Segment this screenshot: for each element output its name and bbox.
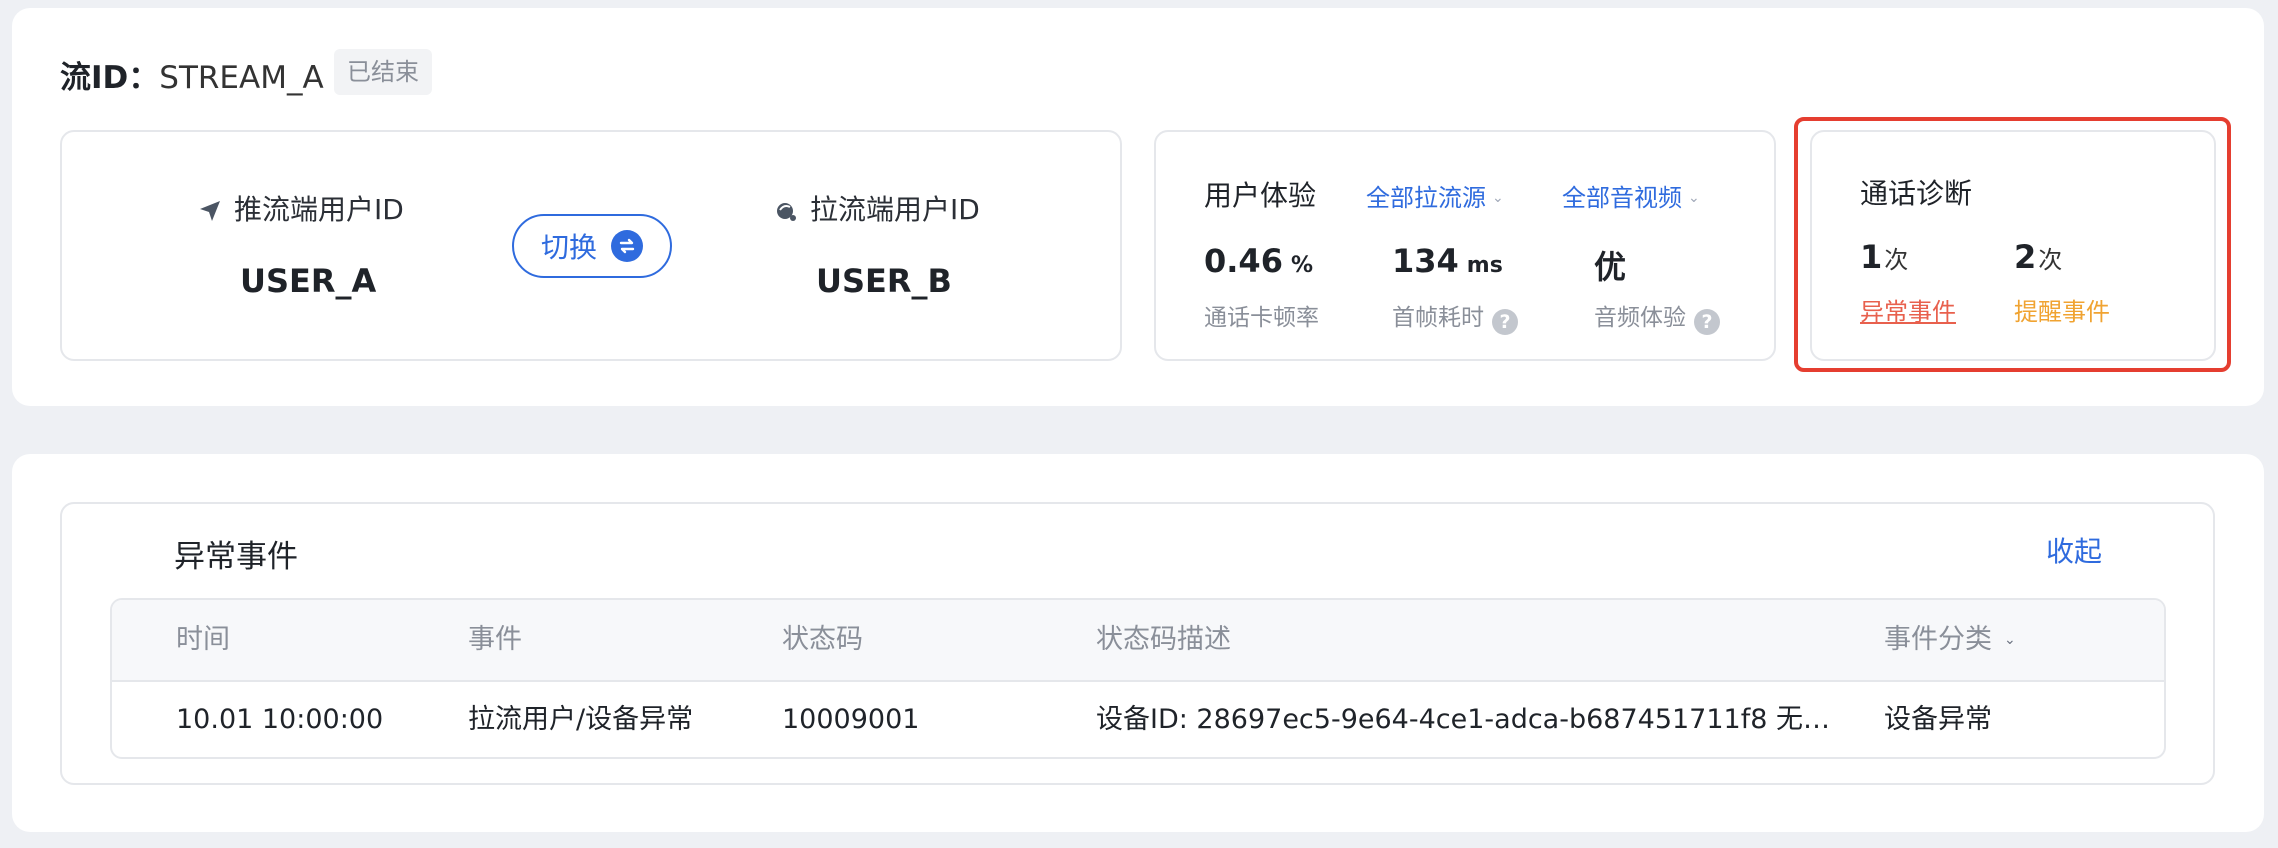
users-panel: 推流端用户ID USER_A 切换 拉流端用户ID USER_B: [60, 130, 1122, 361]
stream-id-label: 流ID：: [60, 60, 160, 96]
column-time: 时间: [176, 624, 230, 655]
reminder-count: 2次: [2014, 238, 2063, 276]
cell-time: 10.01 10:00:00: [176, 704, 384, 735]
table-row: 10.01 10:00:00 拉流用户/设备异常 10009001 设备ID: …: [112, 680, 2164, 757]
pull-user-label: 拉流端用户ID: [774, 188, 980, 228]
first-frame-label: 首帧耗时?: [1392, 298, 1518, 335]
abnormal-events-link[interactable]: 异常事件: [1860, 292, 1956, 327]
reminder-events-link[interactable]: 提醒事件: [2014, 292, 2110, 327]
push-user-id[interactable]: USER_A: [240, 262, 376, 300]
stutter-rate-value: 0.46%: [1204, 242, 1313, 280]
table-header: 时间 事件 状态码 状态码描述 事件分类 ⌄: [112, 600, 2164, 682]
cell-event: 拉流用户/设备异常: [468, 704, 694, 735]
cell-status-code: 10009001: [782, 704, 920, 735]
column-status-code: 状态码: [782, 624, 863, 655]
swap-arrows-icon: [611, 230, 643, 262]
switch-button[interactable]: 切换: [512, 214, 672, 278]
call-diagnosis-panel: 通话诊断 1次 异常事件 2次 提醒事件: [1810, 130, 2216, 361]
stream-id-value: STREAM_A: [159, 60, 324, 96]
events-table: 时间 事件 状态码 状态码描述 事件分类 ⌄ 10.01 10:00:00 拉流用…: [110, 598, 2166, 759]
abnormal-count: 1次: [1860, 238, 1909, 276]
pull-stream-icon: [774, 193, 810, 226]
chevron-down-icon: ⌄: [1688, 190, 1700, 206]
chevron-down-icon: ⌄: [2004, 632, 2016, 648]
cell-event-category: 设备异常: [1884, 704, 1992, 735]
diagnosis-title: 通话诊断: [1860, 177, 1973, 210]
stream-status-badge: 已结束: [334, 49, 432, 95]
stream-title: 流ID：STREAM_A: [60, 52, 324, 97]
send-arrow-icon: [198, 193, 234, 226]
column-event: 事件: [468, 624, 522, 655]
audio-experience-label: 音频体验?: [1594, 298, 1720, 335]
pull-source-filter[interactable]: 全部拉流源 ⌄: [1366, 178, 1504, 213]
cell-status-description: 设备ID: 28697ec5-9e64-4ce1-adca-b687451711…: [1096, 704, 1830, 735]
push-user-label: 推流端用户ID: [198, 188, 404, 228]
help-icon[interactable]: ?: [1492, 309, 1518, 335]
audio-experience-value: 优: [1594, 248, 1627, 286]
help-icon[interactable]: ?: [1694, 309, 1720, 335]
media-filter[interactable]: 全部音视频 ⌄: [1562, 178, 1700, 213]
stutter-rate-label: 通话卡顿率: [1204, 305, 1319, 331]
ux-title: 用户体验: [1204, 179, 1317, 212]
pull-user-id[interactable]: USER_B: [816, 262, 952, 300]
switch-button-label: 切换: [540, 231, 597, 264]
column-event-category[interactable]: 事件分类 ⌄: [1884, 600, 2016, 680]
collapse-link[interactable]: 收起: [2046, 530, 2102, 570]
first-frame-value: 134 ms: [1392, 242, 1503, 280]
chevron-down-icon: ⌄: [1492, 190, 1504, 206]
column-status-description: 状态码描述: [1096, 624, 1231, 655]
events-title: 异常事件: [174, 539, 298, 575]
user-experience-panel: 用户体验 全部拉流源 ⌄ 全部音视频 ⌄ 0.46% 通话卡顿率 134 ms 首帧耗…: [1154, 130, 1776, 361]
